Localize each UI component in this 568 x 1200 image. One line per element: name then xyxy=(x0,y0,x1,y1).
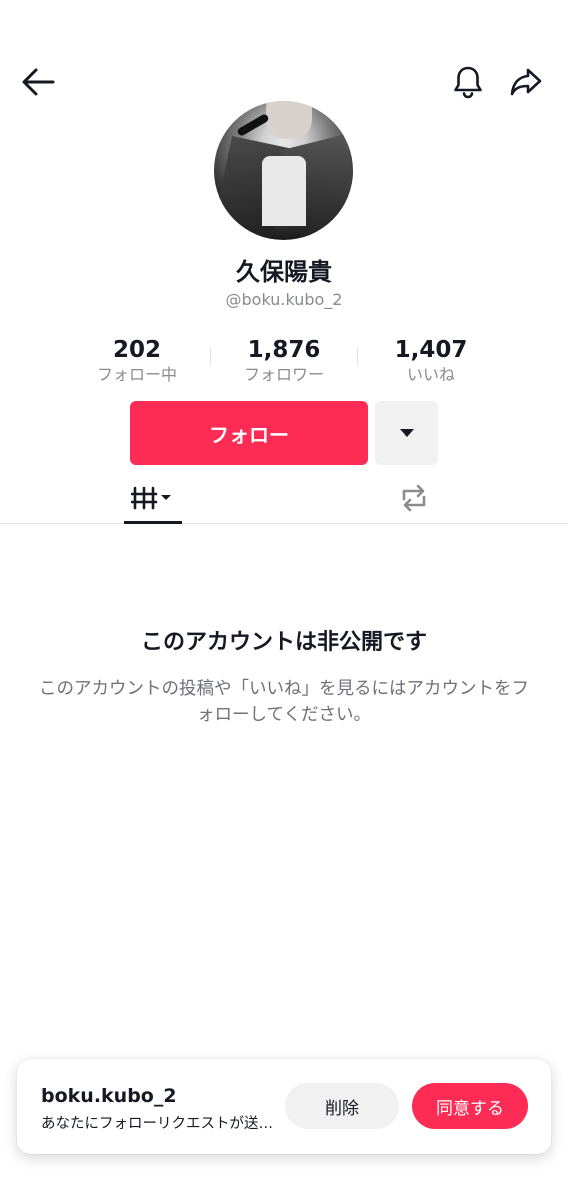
caret-down-icon xyxy=(399,429,414,437)
stat-value: 202 xyxy=(112,337,161,363)
avatar-photo-part xyxy=(262,156,306,226)
follow-request-card: boku.kubo_2 あなたにフォローリクエストが送信されました 削除 同意す… xyxy=(17,1059,551,1154)
avatar-photo-part xyxy=(266,101,312,139)
repost-icon xyxy=(402,484,426,512)
request-message: あなたにフォローリクエストが送信されました xyxy=(41,1116,279,1132)
stat-following[interactable]: 202 フォロー中 xyxy=(64,336,210,386)
private-account-description: このアカウントの投稿や「いいね」を見るにはアカウントをフォローしてください。 xyxy=(39,679,529,725)
share-button[interactable] xyxy=(504,60,548,104)
grid-icon xyxy=(131,486,171,510)
delete-request-button[interactable]: 削除 xyxy=(285,1083,399,1129)
follow-button[interactable]: フォロー xyxy=(130,401,368,465)
notification-button[interactable] xyxy=(446,60,490,104)
content-tabs xyxy=(0,472,568,524)
avatar[interactable] xyxy=(214,101,353,240)
stat-label: フォロー中 xyxy=(96,365,177,384)
stat-followers[interactable]: 1,876 フォロワー xyxy=(211,336,357,386)
avatar-photo-part xyxy=(236,113,270,137)
private-account-title: このアカウントは非公開です xyxy=(140,630,427,655)
share-arrow-icon xyxy=(510,68,542,96)
back-button[interactable] xyxy=(16,60,60,104)
display-name: 久保陽貴 xyxy=(236,258,332,286)
request-username[interactable]: boku.kubo_2 xyxy=(41,1085,177,1107)
accept-request-button[interactable]: 同意する xyxy=(412,1083,528,1129)
profile-stats: 202 フォロー中 1,876 フォロワー 1,407 いいね xyxy=(64,336,504,388)
stat-value: 1,876 xyxy=(247,337,321,363)
bell-icon xyxy=(454,66,482,99)
tab-reposts[interactable] xyxy=(388,472,440,524)
suggested-accounts-button[interactable] xyxy=(375,401,438,465)
stat-label: いいね xyxy=(406,365,455,384)
stat-label: フォロワー xyxy=(243,365,324,384)
tab-videos[interactable] xyxy=(124,472,182,524)
username: @boku.kubo_2 xyxy=(225,290,343,309)
stat-value: 1,407 xyxy=(394,337,468,363)
arrow-left-icon xyxy=(22,68,55,96)
stat-likes[interactable]: 1,407 いいね xyxy=(358,336,504,386)
